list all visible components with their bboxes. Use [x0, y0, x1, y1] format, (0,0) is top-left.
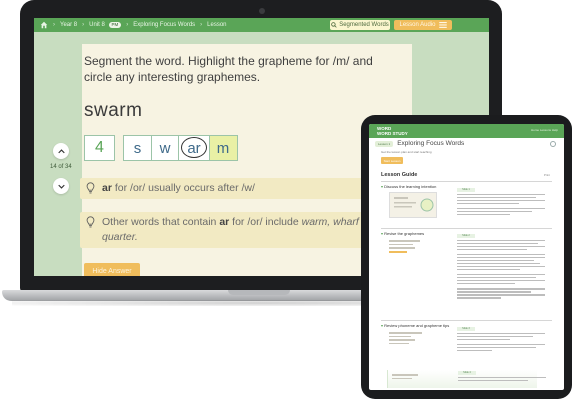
header-links[interactable]: Home Lessons Help: [531, 128, 558, 132]
chevron-up-icon: [57, 148, 65, 153]
grapheme-text: m: [216, 139, 230, 157]
grapheme-tile-highlighted[interactable]: m: [208, 135, 238, 161]
tip-text: Other words that contain ar for /or/ inc…: [102, 215, 404, 245]
grapheme-tile[interactable]: s: [123, 135, 152, 161]
tablet-header: WORD WORD STUDY Home Lessons Help: [369, 124, 564, 138]
segmented-words-label: Segmented Words: [339, 22, 389, 28]
tip-text: ar for /or/ usually occurs after /w/: [102, 181, 255, 196]
next-section-preview: Slide 4: [387, 370, 546, 388]
lesson-subtitle: Get the lesson plan and start teaching: [381, 150, 432, 154]
phoneme-count-box[interactable]: 4: [84, 135, 115, 161]
activity-instruction: Segment the word. Highlight the grapheme…: [84, 54, 373, 84]
grapheme-tile[interactable]: w: [150, 135, 180, 161]
previous-slide-button[interactable]: [53, 143, 69, 159]
lightbulb-icon: [86, 216, 95, 228]
block-label: Slide 1: [457, 188, 475, 192]
divider: [381, 181, 552, 182]
slide-text-preview: [389, 332, 433, 346]
grapheme-circle-mark: [181, 137, 207, 158]
print-button[interactable]: Print: [544, 173, 550, 177]
guide-paragraph: [458, 377, 546, 383]
tip-grapheme: ar: [219, 216, 230, 228]
guide-section-phoneme-tips[interactable]: Review phoneme and grapheme tips: [381, 323, 449, 328]
lesson-title: Exploring Focus Words: [397, 140, 465, 147]
tip-body: for /or/ usually occurs after /w/: [111, 182, 255, 194]
lightbulb-icon: [86, 182, 95, 194]
app-logo[interactable]: WORD WORD STUDY: [377, 126, 408, 136]
segmented-words-toggle[interactable]: Segmented Words: [330, 20, 390, 30]
block-label: Slide 4: [458, 371, 476, 375]
block-label: Slide 3: [457, 327, 475, 331]
breadcrumb-topic[interactable]: Exploring Focus Words: [133, 22, 195, 28]
divider: [381, 320, 552, 321]
grapheme-text: w: [159, 139, 171, 157]
slide-preview-icon: [394, 197, 434, 212]
lesson-guide-screen: WORD WORD STUDY Home Lessons Help Lesson…: [369, 124, 564, 390]
breadcrumb-separator: ›: [200, 22, 203, 28]
breadcrumb-separator: ›: [53, 22, 55, 28]
next-slide-button[interactable]: [53, 178, 69, 194]
breadcrumb-separator: ›: [82, 22, 85, 28]
chevron-down-icon: [57, 184, 65, 189]
home-icon[interactable]: [40, 21, 48, 29]
start-lesson-button[interactable]: Start Lesson: [381, 157, 403, 164]
guide-section-learning-intention[interactable]: Discuss the learning intention: [381, 184, 436, 189]
top-navigation-bar: › Year 8 › Unit 8 PM › Exploring Focus W…: [34, 18, 489, 32]
breadcrumb-year[interactable]: Year 8: [60, 22, 77, 28]
guide-paragraph: [457, 240, 545, 300]
app-logo-line2: WORD STUDY: [377, 131, 408, 136]
guide-paragraph: [457, 194, 545, 217]
slide-text-preview: [392, 374, 436, 381]
lesson-audio-button[interactable]: Lesson Audio: [394, 20, 452, 30]
settings-icon[interactable]: [550, 141, 556, 147]
tip-prefix: Other words that contain: [102, 216, 220, 228]
grapheme-text: s: [133, 139, 142, 157]
lesson-guide-heading: Lesson Guide: [381, 172, 418, 178]
lesson-audio-label: Lesson Audio: [399, 22, 436, 28]
lesson-title-row: Lesson 1 Exploring Focus Words: [375, 140, 464, 147]
breadcrumb-unit-label: Unit 8: [89, 22, 105, 28]
laptop-notch: [228, 290, 290, 295]
tip-body: for /or/ include: [229, 216, 302, 228]
back-button[interactable]: Lesson 1: [375, 140, 394, 147]
grapheme-tile-circled[interactable]: ar: [178, 135, 210, 161]
guide-paragraph: [457, 333, 545, 353]
unit-badge: PM: [108, 22, 122, 28]
search-icon: [331, 22, 337, 28]
slide-counter: 14 of 34: [50, 164, 72, 170]
grapheme-tiles: s w ar m: [123, 135, 238, 161]
focus-word: swarm: [84, 100, 143, 121]
breadcrumb-current: Lesson: [207, 22, 227, 28]
tip-grapheme: ar: [102, 182, 112, 194]
menu-icon: [438, 22, 447, 28]
breadcrumb-unit[interactable]: Unit 8 PM: [89, 22, 122, 28]
guide-section-revise-graphemes[interactable]: Revise the graphemes: [381, 231, 424, 236]
hide-answer-button[interactable]: Hide Answer: [84, 263, 140, 276]
breadcrumb-separator: ›: [126, 22, 129, 28]
slide-text-preview: [389, 240, 433, 253]
laptop-camera: [259, 8, 265, 14]
divider: [381, 228, 552, 229]
slide-thumbnail[interactable]: [389, 192, 437, 218]
block-label: Slide 2: [457, 234, 475, 238]
